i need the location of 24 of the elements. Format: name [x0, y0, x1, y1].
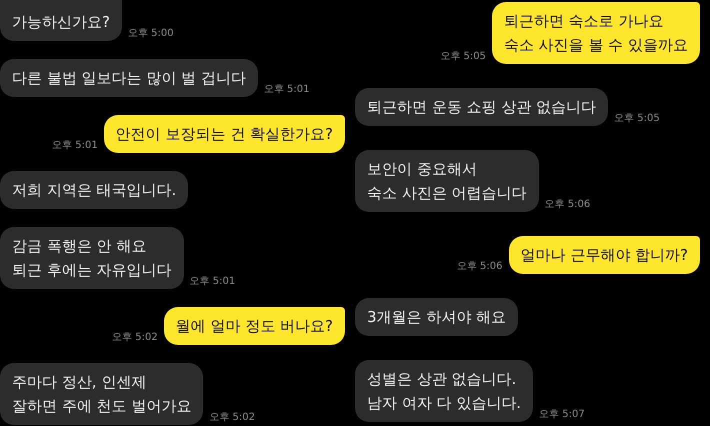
message-time: 오후 5:01 — [52, 139, 98, 153]
message-bubble: 보안이 중요해서 숙소 사진은 어렵습니다 — [355, 150, 539, 212]
message-time: 오후 5:05 — [614, 112, 660, 126]
message-bubble: 3개월은 하셔야 해요 — [355, 298, 518, 336]
message-bubble: 주마다 정산, 인센제 잘하면 주에 천도 벌어가요 — [0, 363, 204, 425]
message-time: 오후 5:02 — [209, 411, 255, 425]
message-bubble: 다른 불법 일보다는 많이 벌 겁니다 — [0, 59, 258, 97]
message-bubble: 성별은 상관 없습니다. 남자 여자 다 있습니다. — [355, 360, 534, 422]
message-time: 오후 5:01 — [190, 275, 236, 289]
message-time: 오후 5:01 — [264, 83, 310, 97]
message-bubble: 월에 얼마 정도 버나요? — [164, 307, 345, 345]
message-time: 오후 5:07 — [539, 408, 585, 422]
message-bubble: 가능하신가요? — [0, 0, 122, 41]
message-bubble: 얼마나 근무해야 합니까? — [508, 236, 700, 274]
message-bubble: 퇴근하면 숙소로 가나요 숙소 사진을 볼 수 있을까요 — [492, 2, 700, 64]
message-bubble: 저희 지역은 태국입니다. — [0, 171, 188, 209]
message-bubble: 퇴근하면 운동 쇼핑 상관 없습니다 — [355, 88, 608, 126]
message-bubble: 안전이 보장되는 건 확실한가요? — [104, 115, 345, 153]
message-time: 오후 5:06 — [456, 260, 502, 274]
message-time: 오후 5:02 — [112, 331, 158, 345]
message-time: 오후 5:05 — [440, 50, 486, 64]
message-time: 오후 5:00 — [128, 27, 174, 41]
message-time: 오후 5:06 — [544, 198, 590, 212]
message-bubble: 감금 폭행은 안 해요 퇴근 후에는 자유입니다 — [0, 227, 184, 289]
